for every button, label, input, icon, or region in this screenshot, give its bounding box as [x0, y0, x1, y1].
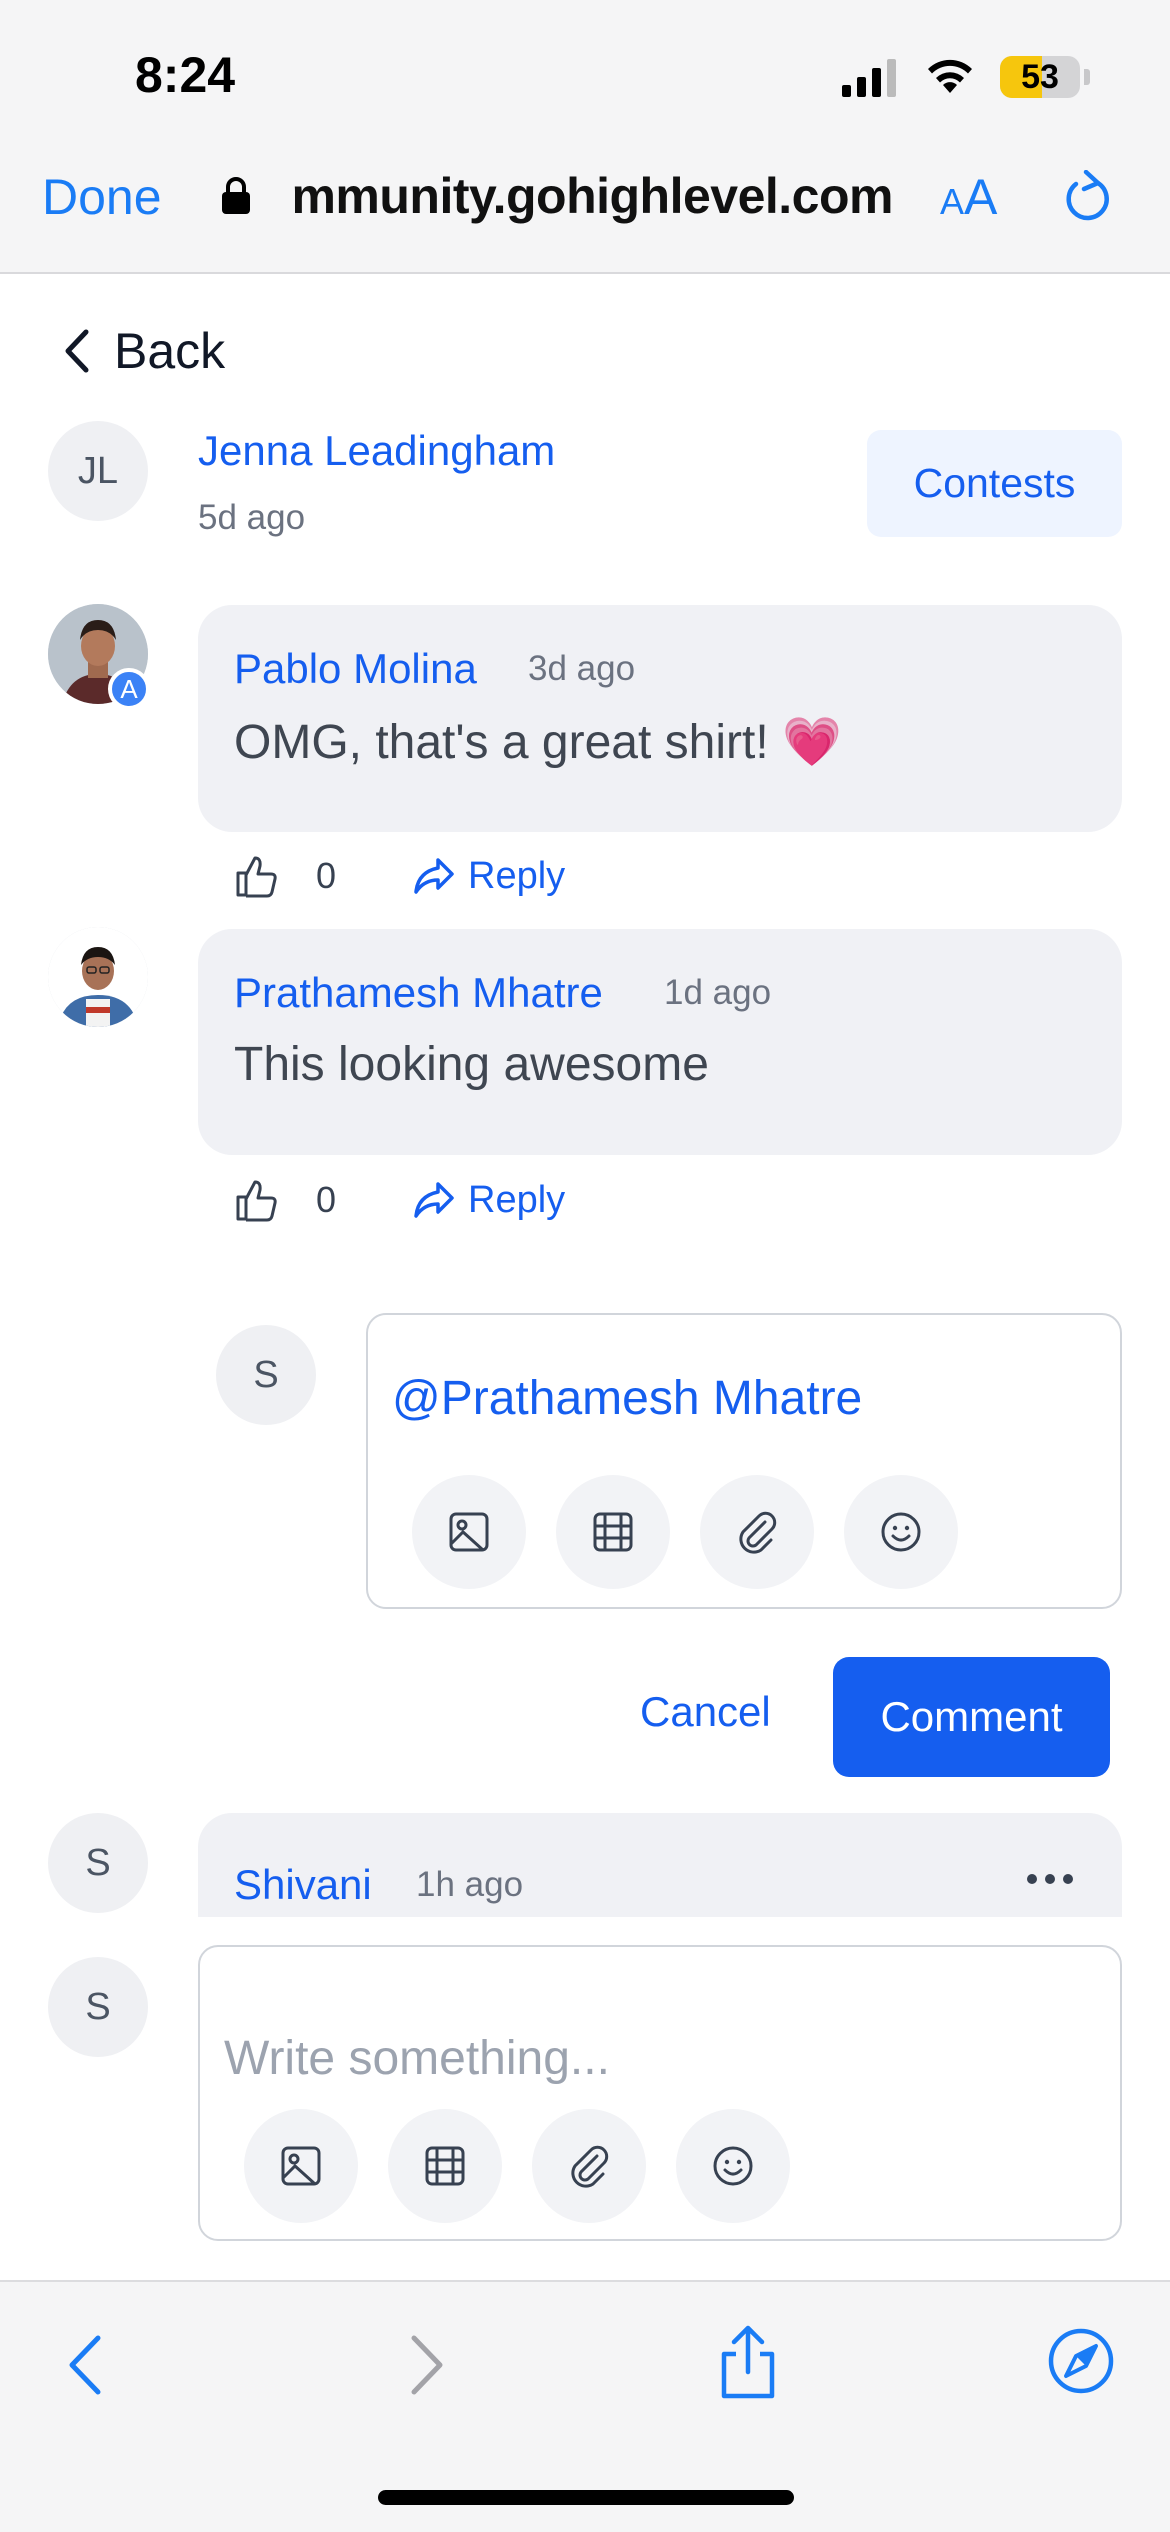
comment-actions-2: 0 Reply [234, 1177, 565, 1223]
compass-icon[interactable] [1046, 2326, 1116, 2396]
author-avatar[interactable]: JL [48, 421, 148, 521]
cellular-signal-icon [842, 59, 896, 97]
category-button[interactable]: Contests [867, 430, 1122, 537]
comment-author[interactable]: Pablo Molina [234, 645, 477, 693]
like-count: 0 [316, 855, 337, 896]
film-icon [425, 2146, 465, 2186]
text-size-large-label: A [964, 169, 998, 225]
reply-input-value[interactable]: @Prathamesh Mhatre [392, 1371, 862, 1426]
page: 8:24 53 Done mmunity.gohighlevel.com AA … [0, 0, 1170, 2532]
reply-label: Reply [468, 1178, 566, 1221]
commenter-avatar-pablo[interactable]: A [48, 604, 150, 710]
done-button[interactable]: Done [42, 168, 162, 226]
admin-badge: A [108, 668, 150, 710]
address-bar-url[interactable]: mmunity.gohighlevel.com [268, 167, 893, 225]
emoji-button[interactable] [844, 1475, 958, 1589]
back-label: Back [114, 323, 226, 379]
new-comment-placeholder[interactable]: Write something... [224, 2031, 610, 2086]
commenter-avatar-prathamesh[interactable] [48, 927, 148, 1027]
lock-icon [222, 177, 250, 214]
comment-actions-1: 0 Reply [234, 853, 565, 899]
reply-arrow-icon [414, 1182, 454, 1218]
film-icon [593, 1512, 633, 1552]
profile-photo [48, 927, 148, 1027]
status-icons: 53 [842, 52, 1090, 102]
battery-indicator: 53 [1000, 56, 1080, 98]
reply-button[interactable]: Reply [412, 855, 565, 898]
reply-editor[interactable]: @Prathamesh Mhatre [366, 1313, 1122, 1609]
comment-time: 3d ago [528, 649, 636, 688]
battery-level: 53 [1021, 58, 1059, 96]
wifi-icon [928, 59, 972, 93]
comment-submit-button[interactable]: Comment [833, 1657, 1110, 1777]
like-count: 0 [316, 1179, 337, 1220]
status-time: 8:24 [135, 47, 236, 103]
browser-back-icon[interactable] [62, 2330, 112, 2400]
add-video-button[interactable] [556, 1475, 670, 1589]
cancel-button[interactable]: Cancel [640, 1688, 771, 1736]
new-comment-avatar: S [48, 1957, 148, 2057]
comment-author[interactable]: Prathamesh Mhatre [234, 969, 603, 1017]
commenter-avatar-shivani[interactable]: S [48, 1813, 148, 1913]
reload-icon[interactable] [1062, 170, 1112, 226]
comment-text: This looking awesome [234, 1038, 709, 1091]
smiley-icon [713, 2146, 753, 2186]
image-icon [449, 1512, 489, 1552]
add-image-button[interactable] [244, 2109, 358, 2223]
new-comment-editor[interactable]: Write something... [198, 1945, 1122, 2241]
browser-forward-icon[interactable] [400, 2330, 450, 2400]
thumbs-up-icon[interactable] [234, 1177, 280, 1223]
text-size-small-label: A [940, 181, 965, 222]
reply-button[interactable]: Reply [412, 1179, 565, 1222]
comment-time: 1h ago [416, 1865, 524, 1904]
thumbs-up-icon[interactable] [234, 853, 280, 899]
image-icon [281, 2146, 321, 2186]
battery-nub [1084, 69, 1090, 85]
add-image-button[interactable] [412, 1475, 526, 1589]
chevron-left-icon [65, 329, 89, 373]
post-author-name[interactable]: Jenna Leadingham [198, 427, 555, 475]
smiley-icon [881, 1512, 921, 1552]
add-video-button[interactable] [388, 2109, 502, 2223]
paperclip-icon [739, 1511, 777, 1554]
comment-time: 1d ago [664, 973, 772, 1012]
comment-author[interactable]: Shivani [234, 1861, 372, 1909]
share-icon[interactable] [716, 2322, 780, 2402]
reply-arrow-icon [414, 858, 454, 894]
post-time: 5d ago [198, 498, 306, 537]
more-options-icon[interactable] [1026, 1873, 1074, 1885]
url-text: mmunity.gohighlevel.com [291, 168, 893, 224]
current-user-avatar: S [216, 1325, 316, 1425]
attach-file-button[interactable] [532, 2109, 646, 2223]
reply-label: Reply [468, 854, 566, 897]
back-link[interactable]: Back [62, 322, 225, 380]
comment-text: OMG, that's a great shirt! 💗 [234, 716, 842, 769]
home-indicator [378, 2490, 794, 2505]
paperclip-icon [571, 2145, 609, 2188]
comment-bubble-3: Shivani 1h ago [198, 1813, 1122, 1917]
text-size-button[interactable]: AA [940, 168, 997, 226]
browser-top-bar: 8:24 53 Done mmunity.gohighlevel.com AA [0, 0, 1170, 274]
comment-bubble-2: Prathamesh Mhatre 1d ago This looking aw… [198, 929, 1122, 1155]
comment-bubble-1: Pablo Molina 3d ago OMG, that's a great … [198, 605, 1122, 832]
emoji-button[interactable] [676, 2109, 790, 2223]
attach-file-button[interactable] [700, 1475, 814, 1589]
